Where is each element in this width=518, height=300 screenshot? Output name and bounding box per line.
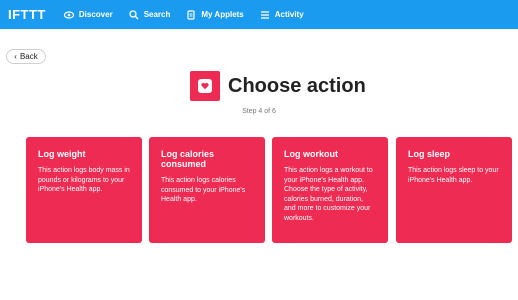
action-card-title: Log workout: [284, 149, 338, 159]
page-title: Choose action: [228, 75, 366, 97]
action-card-title: Log weight: [38, 149, 86, 159]
action-card-title: Log sleep: [408, 149, 451, 159]
action-card-log-workout[interactable]: Log workout This action logs a workout t…: [272, 137, 388, 243]
action-card-title: Log calories consumed: [161, 149, 215, 169]
action-card-log-calories[interactable]: Log calories consumed This action logs c…: [149, 137, 265, 243]
eye-icon: [63, 10, 74, 20]
action-card-description: This action logs calories consumed to yo…: [161, 177, 246, 203]
action-card-description: This action logs sleep to your iPhone's …: [408, 167, 499, 184]
heart-icon: [198, 79, 212, 93]
nav-activity-label: Activity: [274, 10, 304, 19]
nav-search-label: Search: [143, 10, 171, 19]
top-navigation-bar: IFTTT Discover Search My Applets Activit…: [0, 0, 518, 29]
step-indicator: Step 4 of 6: [242, 108, 276, 115]
nav-activity[interactable]: Activity: [260, 10, 304, 20]
nav-search[interactable]: Search: [129, 9, 171, 20]
action-card-log-sleep[interactable]: Log sleep This action logs sleep to your…: [396, 137, 512, 243]
nav-discover[interactable]: Discover: [63, 10, 113, 20]
list-icon: [260, 10, 270, 20]
nav-my-applets[interactable]: My Applets: [186, 9, 244, 20]
back-button[interactable]: ‹ Back: [6, 49, 46, 64]
ifttt-logo[interactable]: IFTTT: [8, 7, 46, 22]
nav-discover-label: Discover: [78, 10, 113, 19]
health-app-icon: [190, 71, 220, 101]
applets-icon: [186, 9, 196, 20]
action-card-description: This action logs body mass in pounds or …: [38, 167, 130, 193]
search-icon: [129, 9, 139, 20]
action-card-description: This action logs a workout to your iPhon…: [284, 167, 373, 222]
back-button-label: Back: [19, 52, 38, 61]
chevron-left-icon: ‹: [14, 52, 17, 61]
action-card-log-weight[interactable]: Log weight This action logs body mass in…: [26, 137, 142, 243]
nav-my-applets-label: My Applets: [201, 10, 244, 19]
